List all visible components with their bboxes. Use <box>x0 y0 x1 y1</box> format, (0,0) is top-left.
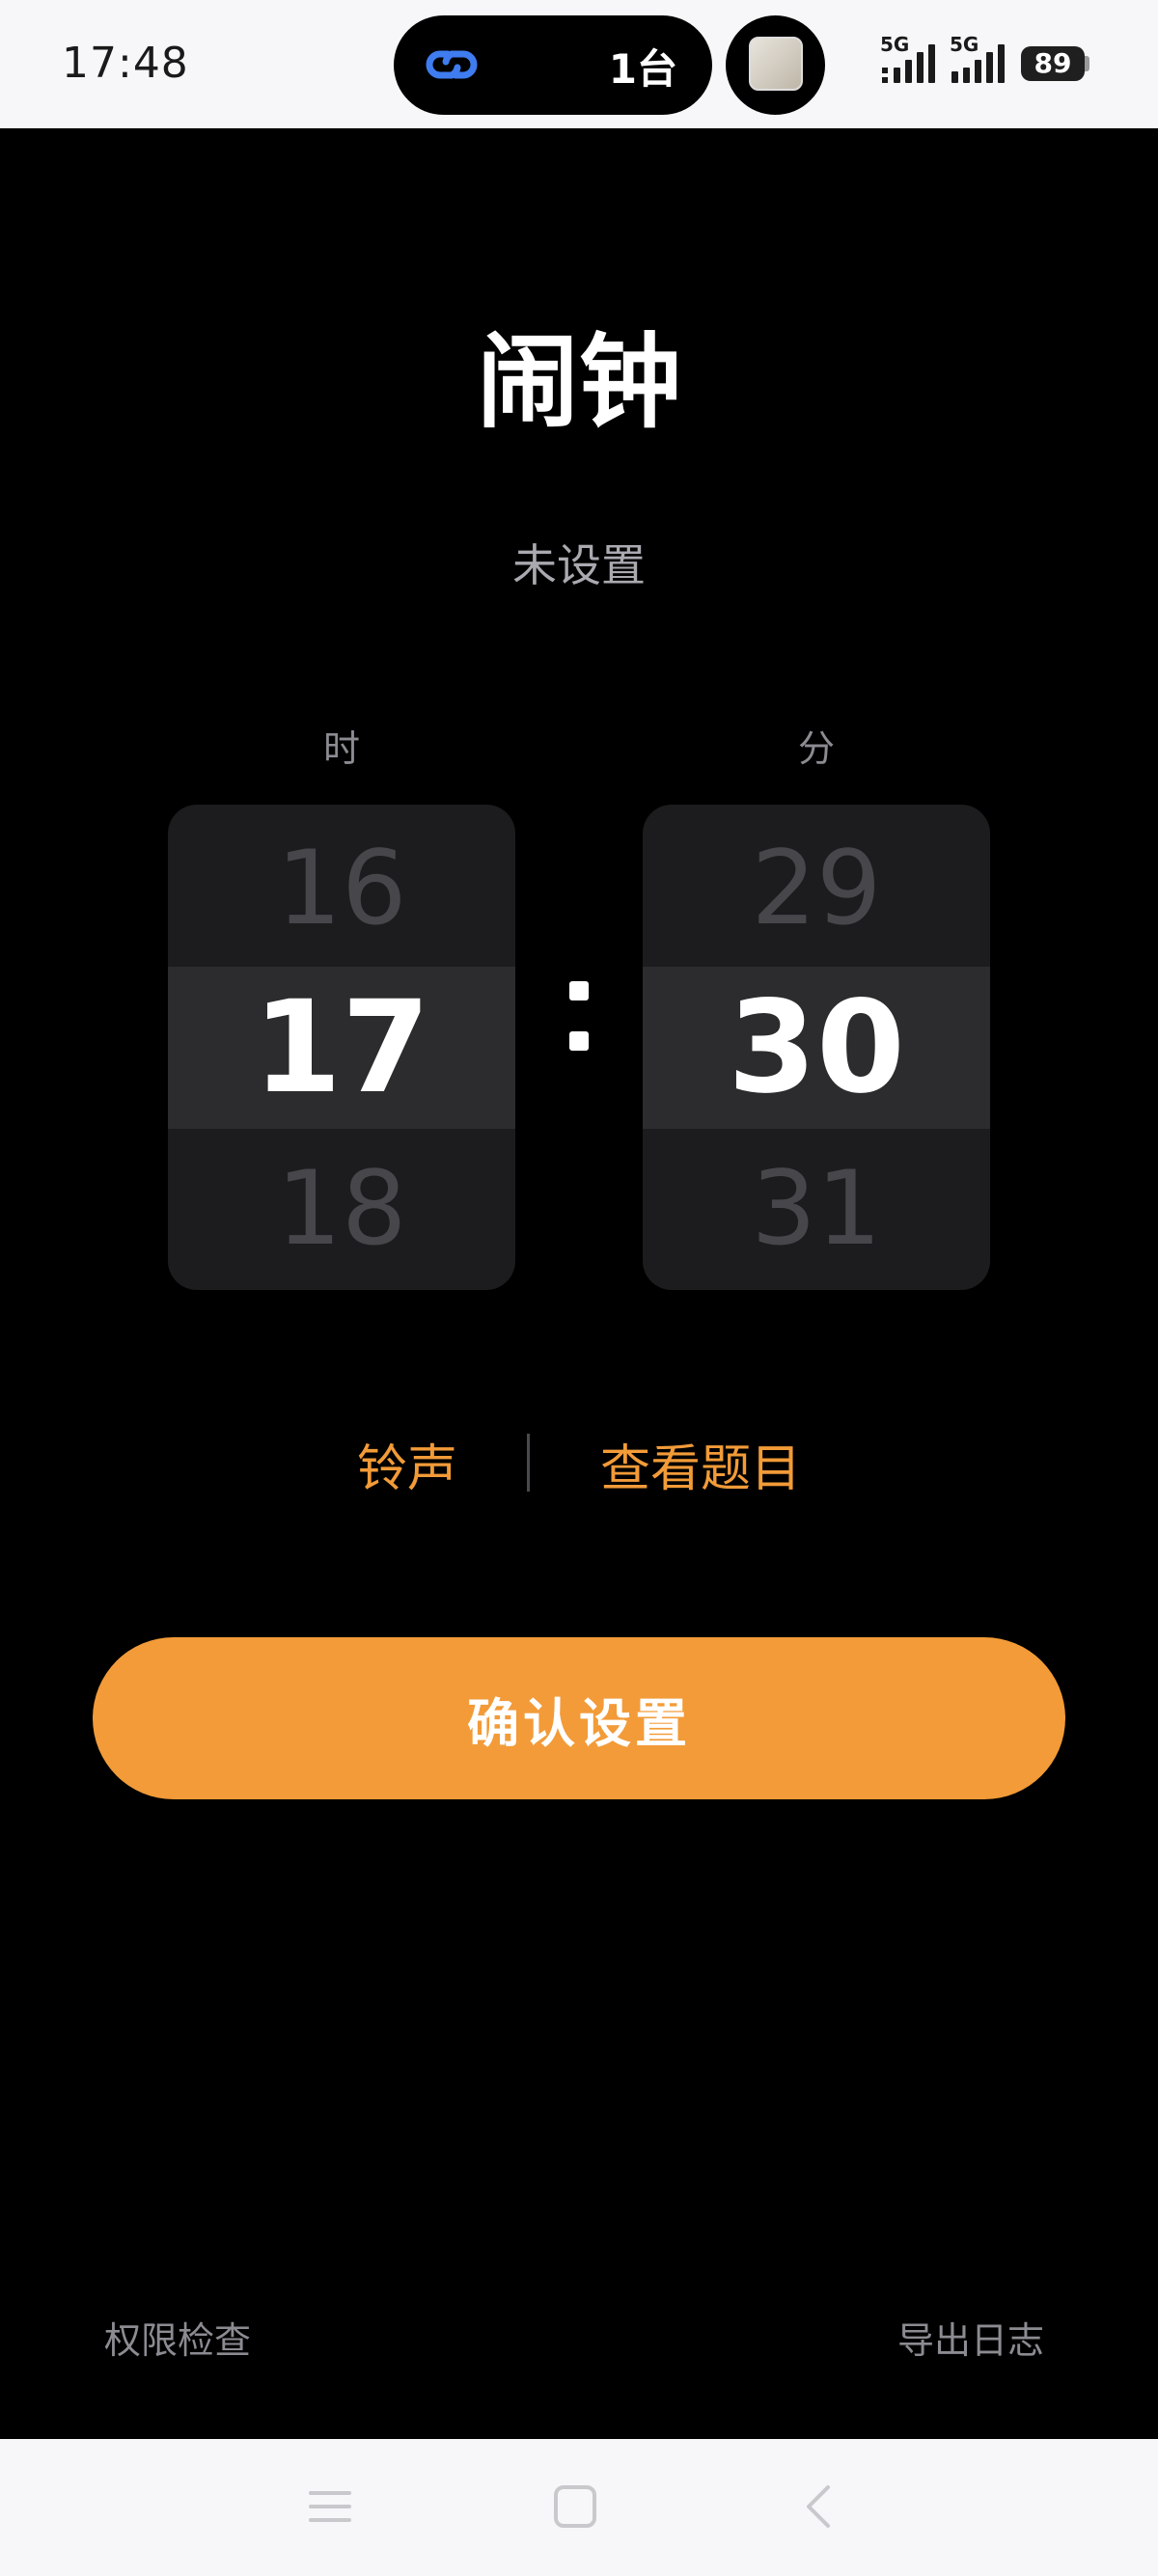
page-title: 闹钟 <box>477 323 681 442</box>
colon-dot-bottom <box>569 1031 589 1051</box>
permissions-check-link[interactable]: 权限检查 <box>104 2311 251 2364</box>
minute-next[interactable]: 31 <box>643 1127 990 1289</box>
signal-1: 5G <box>880 33 950 85</box>
link-divider <box>527 1434 530 1492</box>
media-thumbnail <box>749 37 803 91</box>
hour-picker[interactable]: 16 17 18 <box>168 805 515 1290</box>
export-log-link[interactable]: 导出日志 <box>897 2311 1044 2364</box>
dynamic-island[interactable]: 1台 <box>394 15 712 115</box>
menu-icon[interactable] <box>301 2478 359 2535</box>
minute-selected[interactable]: 30 <box>643 967 990 1129</box>
hour-selected[interactable]: 17 <box>168 967 515 1129</box>
ringtone-link[interactable]: 铃声 <box>357 1428 457 1500</box>
signal-2: 5G <box>950 33 1019 85</box>
signal-bars-icon <box>951 44 1005 83</box>
link-icon <box>426 50 478 79</box>
colon-dot-top <box>569 981 589 1000</box>
home-icon[interactable] <box>546 2478 604 2535</box>
minute-picker[interactable]: 29 30 31 <box>643 805 990 1290</box>
hour-next[interactable]: 18 <box>168 1127 515 1289</box>
minute-label: 分 <box>797 727 835 770</box>
minute-prev[interactable]: 29 <box>643 807 990 969</box>
battery-tip <box>1085 56 1089 71</box>
hour-prev[interactable]: 16 <box>168 807 515 969</box>
battery-indicator: 89 <box>1021 46 1085 81</box>
status-time: 17:48 <box>62 39 189 88</box>
signal-bars-icon <box>882 44 935 83</box>
navigation-bar <box>0 2439 1158 2576</box>
status-bar: 17:48 1台 5G 5G 89 <box>0 0 1158 128</box>
hour-label: 时 <box>322 727 360 770</box>
confirm-button[interactable]: 确认设置 <box>93 1637 1065 1799</box>
device-count: 1台 <box>608 45 677 93</box>
view-questions-link[interactable]: 查看题目 <box>600 1428 801 1500</box>
time-separator <box>560 970 598 1066</box>
media-island[interactable] <box>726 15 825 115</box>
alarm-status: 未设置 <box>512 539 646 591</box>
back-icon[interactable] <box>791 2478 849 2535</box>
